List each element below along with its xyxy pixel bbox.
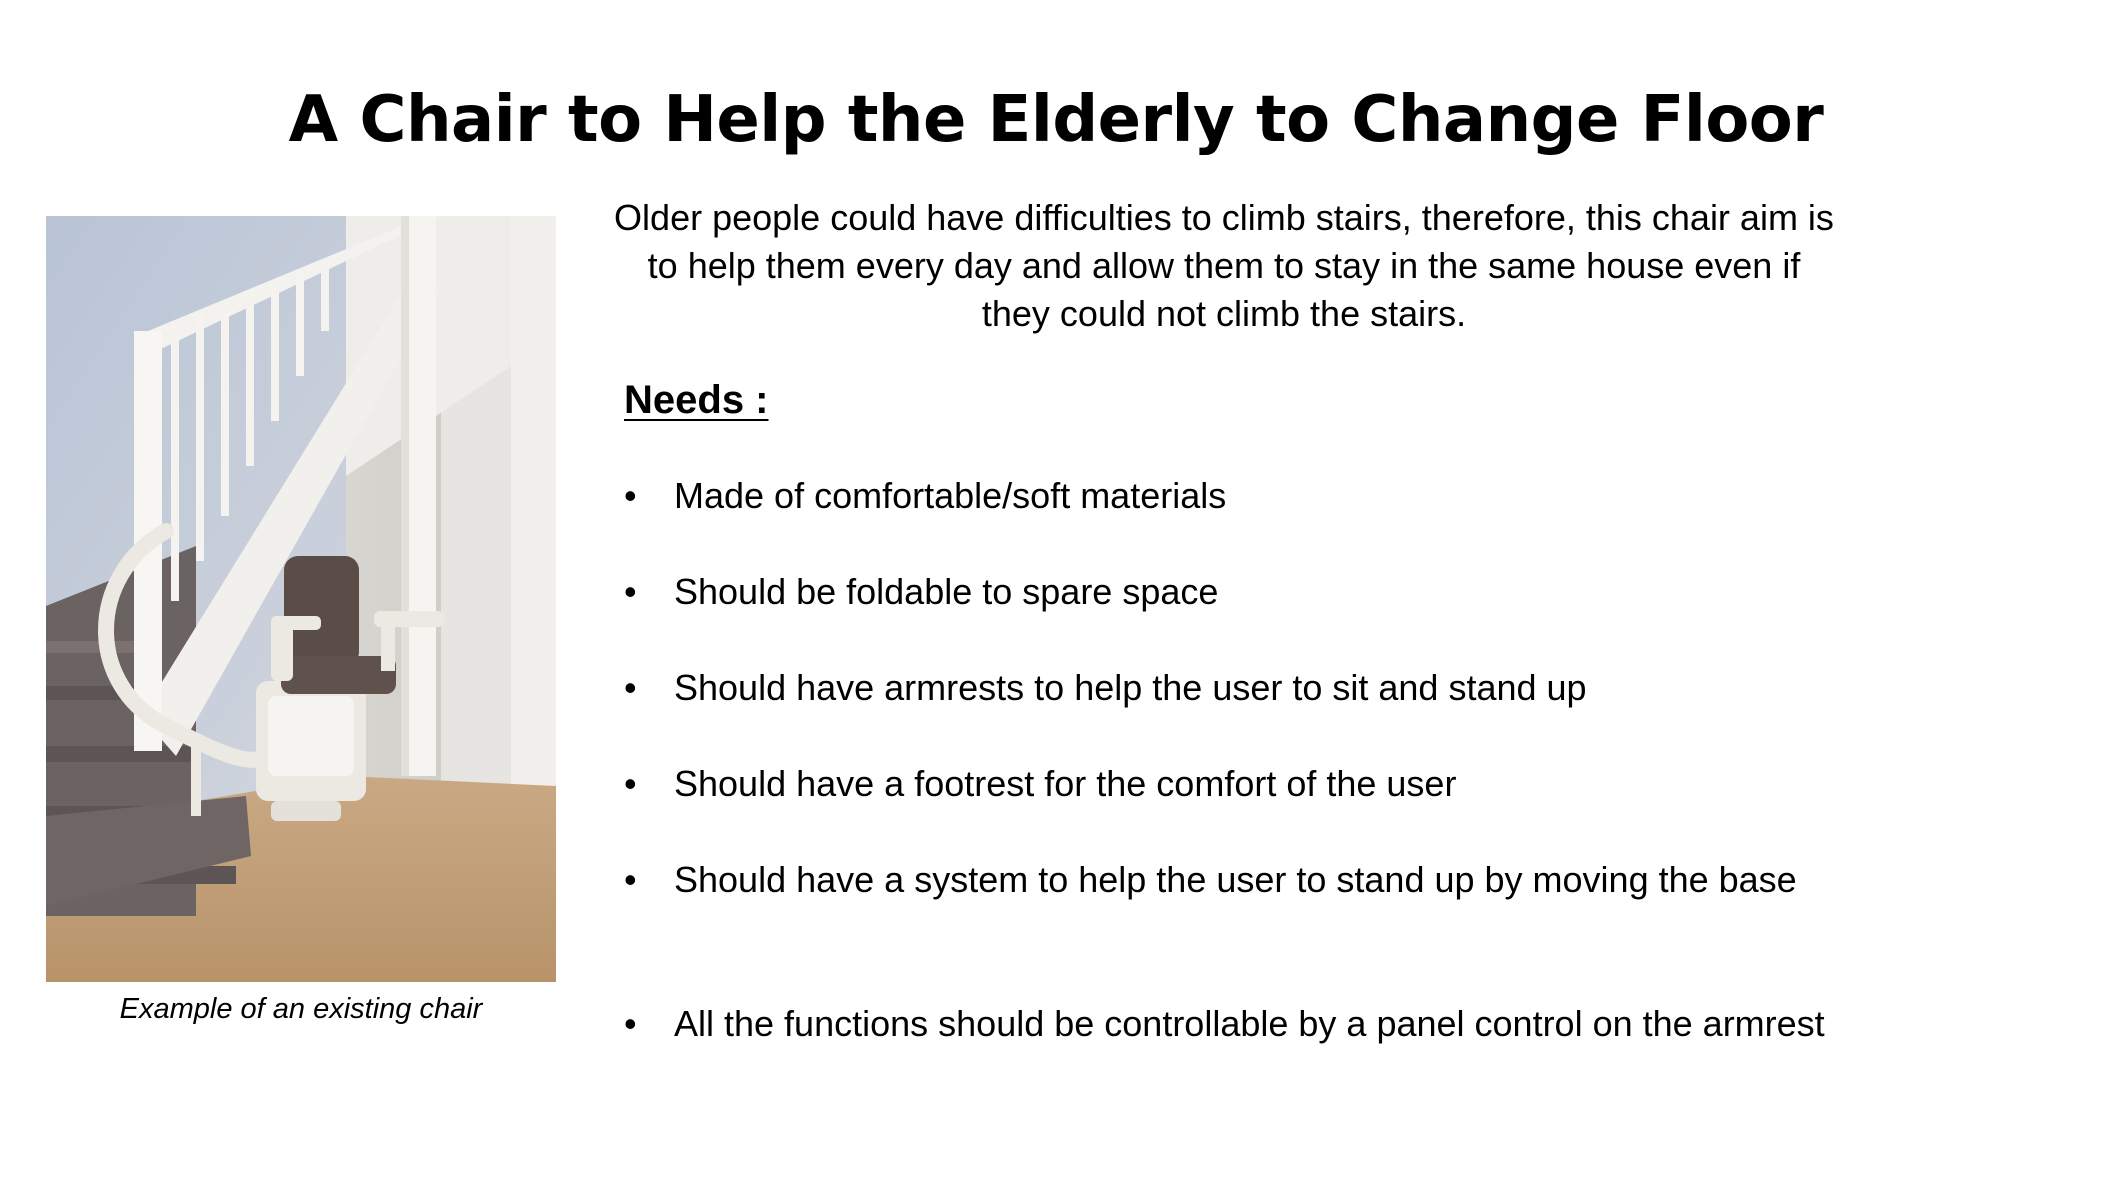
need-text: All the functions should be controllable… bbox=[674, 1003, 1825, 1044]
list-item: • Should have armrests to help the user … bbox=[624, 664, 1844, 712]
need-text: Should have armrests to help the user to… bbox=[674, 667, 1587, 708]
need-text: Should have a footrest for the comfort o… bbox=[674, 763, 1457, 804]
intro-paragraph: Older people could have difficulties to … bbox=[614, 197, 1834, 334]
stairlift-photo bbox=[46, 216, 556, 982]
need-text: Should have a system to help the user to… bbox=[674, 859, 1797, 900]
bullet-icon: • bbox=[624, 475, 637, 516]
bullet-icon: • bbox=[624, 667, 637, 708]
needs-heading: Needs : bbox=[624, 378, 769, 422]
list-item: • Should have a footrest for the comfort… bbox=[624, 760, 1844, 808]
slide-title: A Chair to Help the Elderly to Change Fl… bbox=[288, 83, 1824, 157]
bullet-icon: • bbox=[624, 859, 637, 900]
list-item: • Should be foldable to spare space bbox=[624, 568, 1844, 616]
bullet-icon: • bbox=[624, 763, 637, 804]
bullet-icon: • bbox=[624, 571, 637, 612]
image-caption: Example of an existing chair bbox=[119, 993, 483, 1025]
need-text: Should be foldable to spare space bbox=[674, 571, 1219, 612]
bullet-icon: • bbox=[624, 1003, 637, 1044]
list-item: • All the functions should be controllab… bbox=[624, 1000, 1844, 1048]
list-item: • Made of comfortable/soft materials bbox=[624, 472, 1844, 520]
need-text: Made of comfortable/soft materials bbox=[674, 475, 1227, 516]
list-item: • Should have a system to help the user … bbox=[624, 856, 1844, 904]
